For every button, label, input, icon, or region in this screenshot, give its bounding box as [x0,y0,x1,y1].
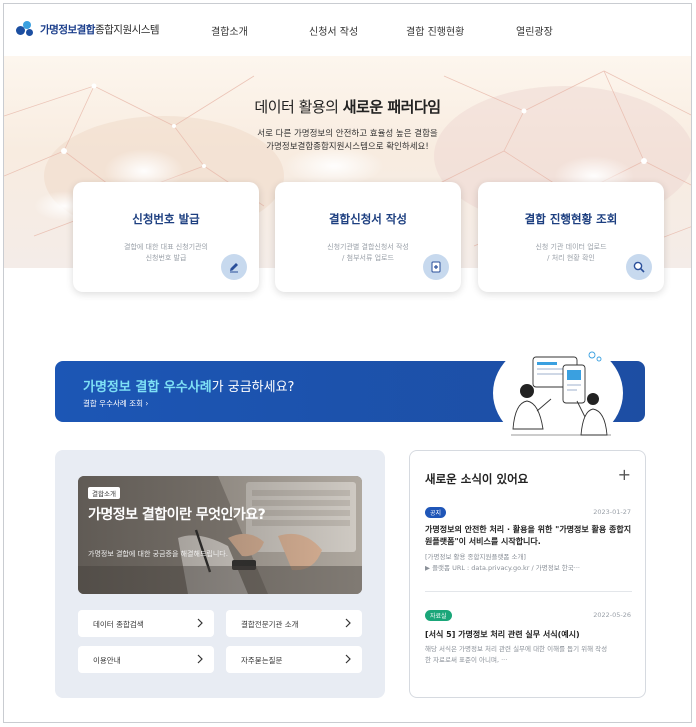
card-desc-line-2: 신청번호 발급 [145,254,187,262]
link-data-search[interactable]: 데이터 종합검색 [78,610,214,637]
nav-item-progress[interactable]: 결합 진행현황 [406,23,464,38]
card-issue-application-number[interactable]: 신청번호 발급 결합에 대한 대표 신청기관의 신청번호 발급 [73,182,259,292]
logo-text: 가명정보결합종합지원시스템 [40,22,160,37]
news-panel: 새로운 소식이 있어요 + 공지 2023-01-27 가명정보의 안전한 처리… [409,450,646,698]
introduction-panel: 결합소개 가명정보 결합이란 무엇인가요? 가명정보 결합에 대한 궁금증을 해… [55,450,385,698]
link-label: 결합전문기관 소개 [241,620,299,629]
hero-subtitle-line-1: 서로 다른 가명정보의 안전하고 효율성 높은 결합을 [257,129,438,139]
chevron-right-icon [196,617,204,631]
link-label: 자주묻는질문 [241,656,283,665]
news-headline[interactable]: [서식 5] 가명정보 처리 관련 실무 서식(예시) [425,629,635,641]
banner-link[interactable]: 결합 우수사례 조회 › [83,398,148,409]
news-summary-line-1: 해당 서식은 가명정보 처리 관련 실무에 대한 이해를 돕기 위해 작성 [425,645,608,653]
news-headline[interactable]: 가명정보의 안전한 처리 · 활용을 위한 "가명정보 활용 종합지원플랫폼"이… [425,524,635,548]
pencil-icon [221,254,247,280]
card-write-application[interactable]: 결합신청서 작성 신청기관별 결합신청서 작성 / 첨부서류 업로드 [275,182,461,292]
card-desc-line-1: 결합에 대한 대표 신청기관의 [124,243,208,251]
notice-badge: 공지 [425,507,447,518]
hero-title: 데이터 활용의 새로운 패러다임 [4,96,691,117]
link-faq[interactable]: 자주묻는질문 [226,646,362,673]
feature-description: 가명정보 결합에 대한 궁금증을 해결해드립니다. [88,550,228,558]
data-room-badge: 자료실 [425,610,452,621]
feature-card-what-is-combination[interactable]: 결합소개 가명정보 결합이란 무엇인가요? 가명정보 결합에 대한 궁금증을 해… [78,476,362,594]
card-title: 결합 진행현황 조회 [524,212,618,226]
plus-icon[interactable]: + [618,465,631,484]
document-plus-icon [423,254,449,280]
card-desc-line-1: 신청 기관 데이터 업로드 [535,243,607,251]
banner-illustration-circle [493,339,623,447]
people-with-devices-illustration [511,351,611,436]
site-logo[interactable]: 가명정보결합종합지원시스템 [16,20,160,38]
feature-overlay [78,476,362,594]
news-date: 2023-01-27 [593,508,631,516]
card-desc-line-2: / 첨부서류 업로드 [342,254,394,262]
card-desc-line-2: / 처리 현황 확인 [547,254,595,262]
best-practice-banner[interactable]: 가명정보 결합 우수사례가 궁금하세요? 결합 우수사례 조회 › [55,339,645,447]
header: 가명정보결합종합지원시스템 결합소개 신청서 작성 결합 진행현황 열린광장 [4,4,691,56]
card-desc-line-1: 신청기관별 결합신청서 작성 [327,243,409,251]
link-label: 이용안내 [93,656,121,665]
card-title: 결합신청서 작성 [328,212,408,226]
link-specialized-institutions[interactable]: 결합전문기관 소개 [226,610,362,637]
nav-item-open-square[interactable]: 열린광장 [516,23,553,38]
feature-badge: 결합소개 [88,487,120,499]
page-frame: 가명정보결합종합지원시스템 결합소개 신청서 작성 결합 진행현황 열린광장 데… [3,3,692,723]
news-summary-line-2: ▶ 플랫폼 URL : data.privacy.go.kr / 가명정보 한국… [425,564,580,572]
banner-link-label: 결합 우수사례 조회 [83,399,143,408]
banner-title: 가명정보 결합 우수사례가 궁금하세요? [83,376,294,395]
nav-item-application[interactable]: 신청서 작성 [309,23,358,38]
logo-sub-text: 종합지원시스템 [94,23,160,36]
hero-title-bold: 새로운 패러다임 [342,98,441,116]
feature-title: 가명정보 결합이란 무엇인가요? [88,507,266,523]
hero-subtitle: 서로 다른 가명정보의 안전하고 효율성 높은 결합을 가명정보결합종합지원시스… [4,128,691,154]
banner-title-highlight: 가명정보 결합 우수사례 [83,380,212,395]
news-divider [425,591,632,592]
hero-title-plain: 데이터 활용의 [254,98,343,116]
banner-title-rest: 가 궁금하세요? [211,380,295,395]
nav-item-intro[interactable]: 결합소개 [211,23,248,38]
news-summary: [가명정보 활용 종합지원플랫폼 소개] ▶ 플랫폼 URL : data.pr… [425,552,635,574]
logo-main-text: 가명정보결합 [40,23,95,36]
chevron-right-icon [344,617,352,631]
news-title: 새로운 소식이 있어요 [425,472,529,486]
news-date: 2022-05-26 [593,611,631,619]
chevron-right-icon [344,653,352,667]
chevron-right-icon [196,653,204,667]
card-title: 신청번호 발급 [132,212,200,226]
card-check-progress[interactable]: 결합 진행현황 조회 신청 기관 데이터 업로드 / 처리 현황 확인 [478,182,664,292]
logo-icon [16,20,36,38]
link-user-guide[interactable]: 이용안내 [78,646,214,673]
news-summary-line-2: 한 자료로써 표준이 아니며, ··· [425,656,508,664]
link-label: 데이터 종합검색 [93,620,144,629]
news-summary: 해당 서식은 가명정보 처리 관련 실무에 대한 이해를 돕기 위해 작성 한 … [425,644,635,666]
chevron-right-icon: › [145,399,149,408]
search-icon [626,254,652,280]
hero-subtitle-line-2: 가명정보결합종합지원시스템으로 확인하세요! [266,142,429,152]
news-summary-line-1: [가명정보 활용 종합지원플랫폼 소개] [425,553,526,561]
